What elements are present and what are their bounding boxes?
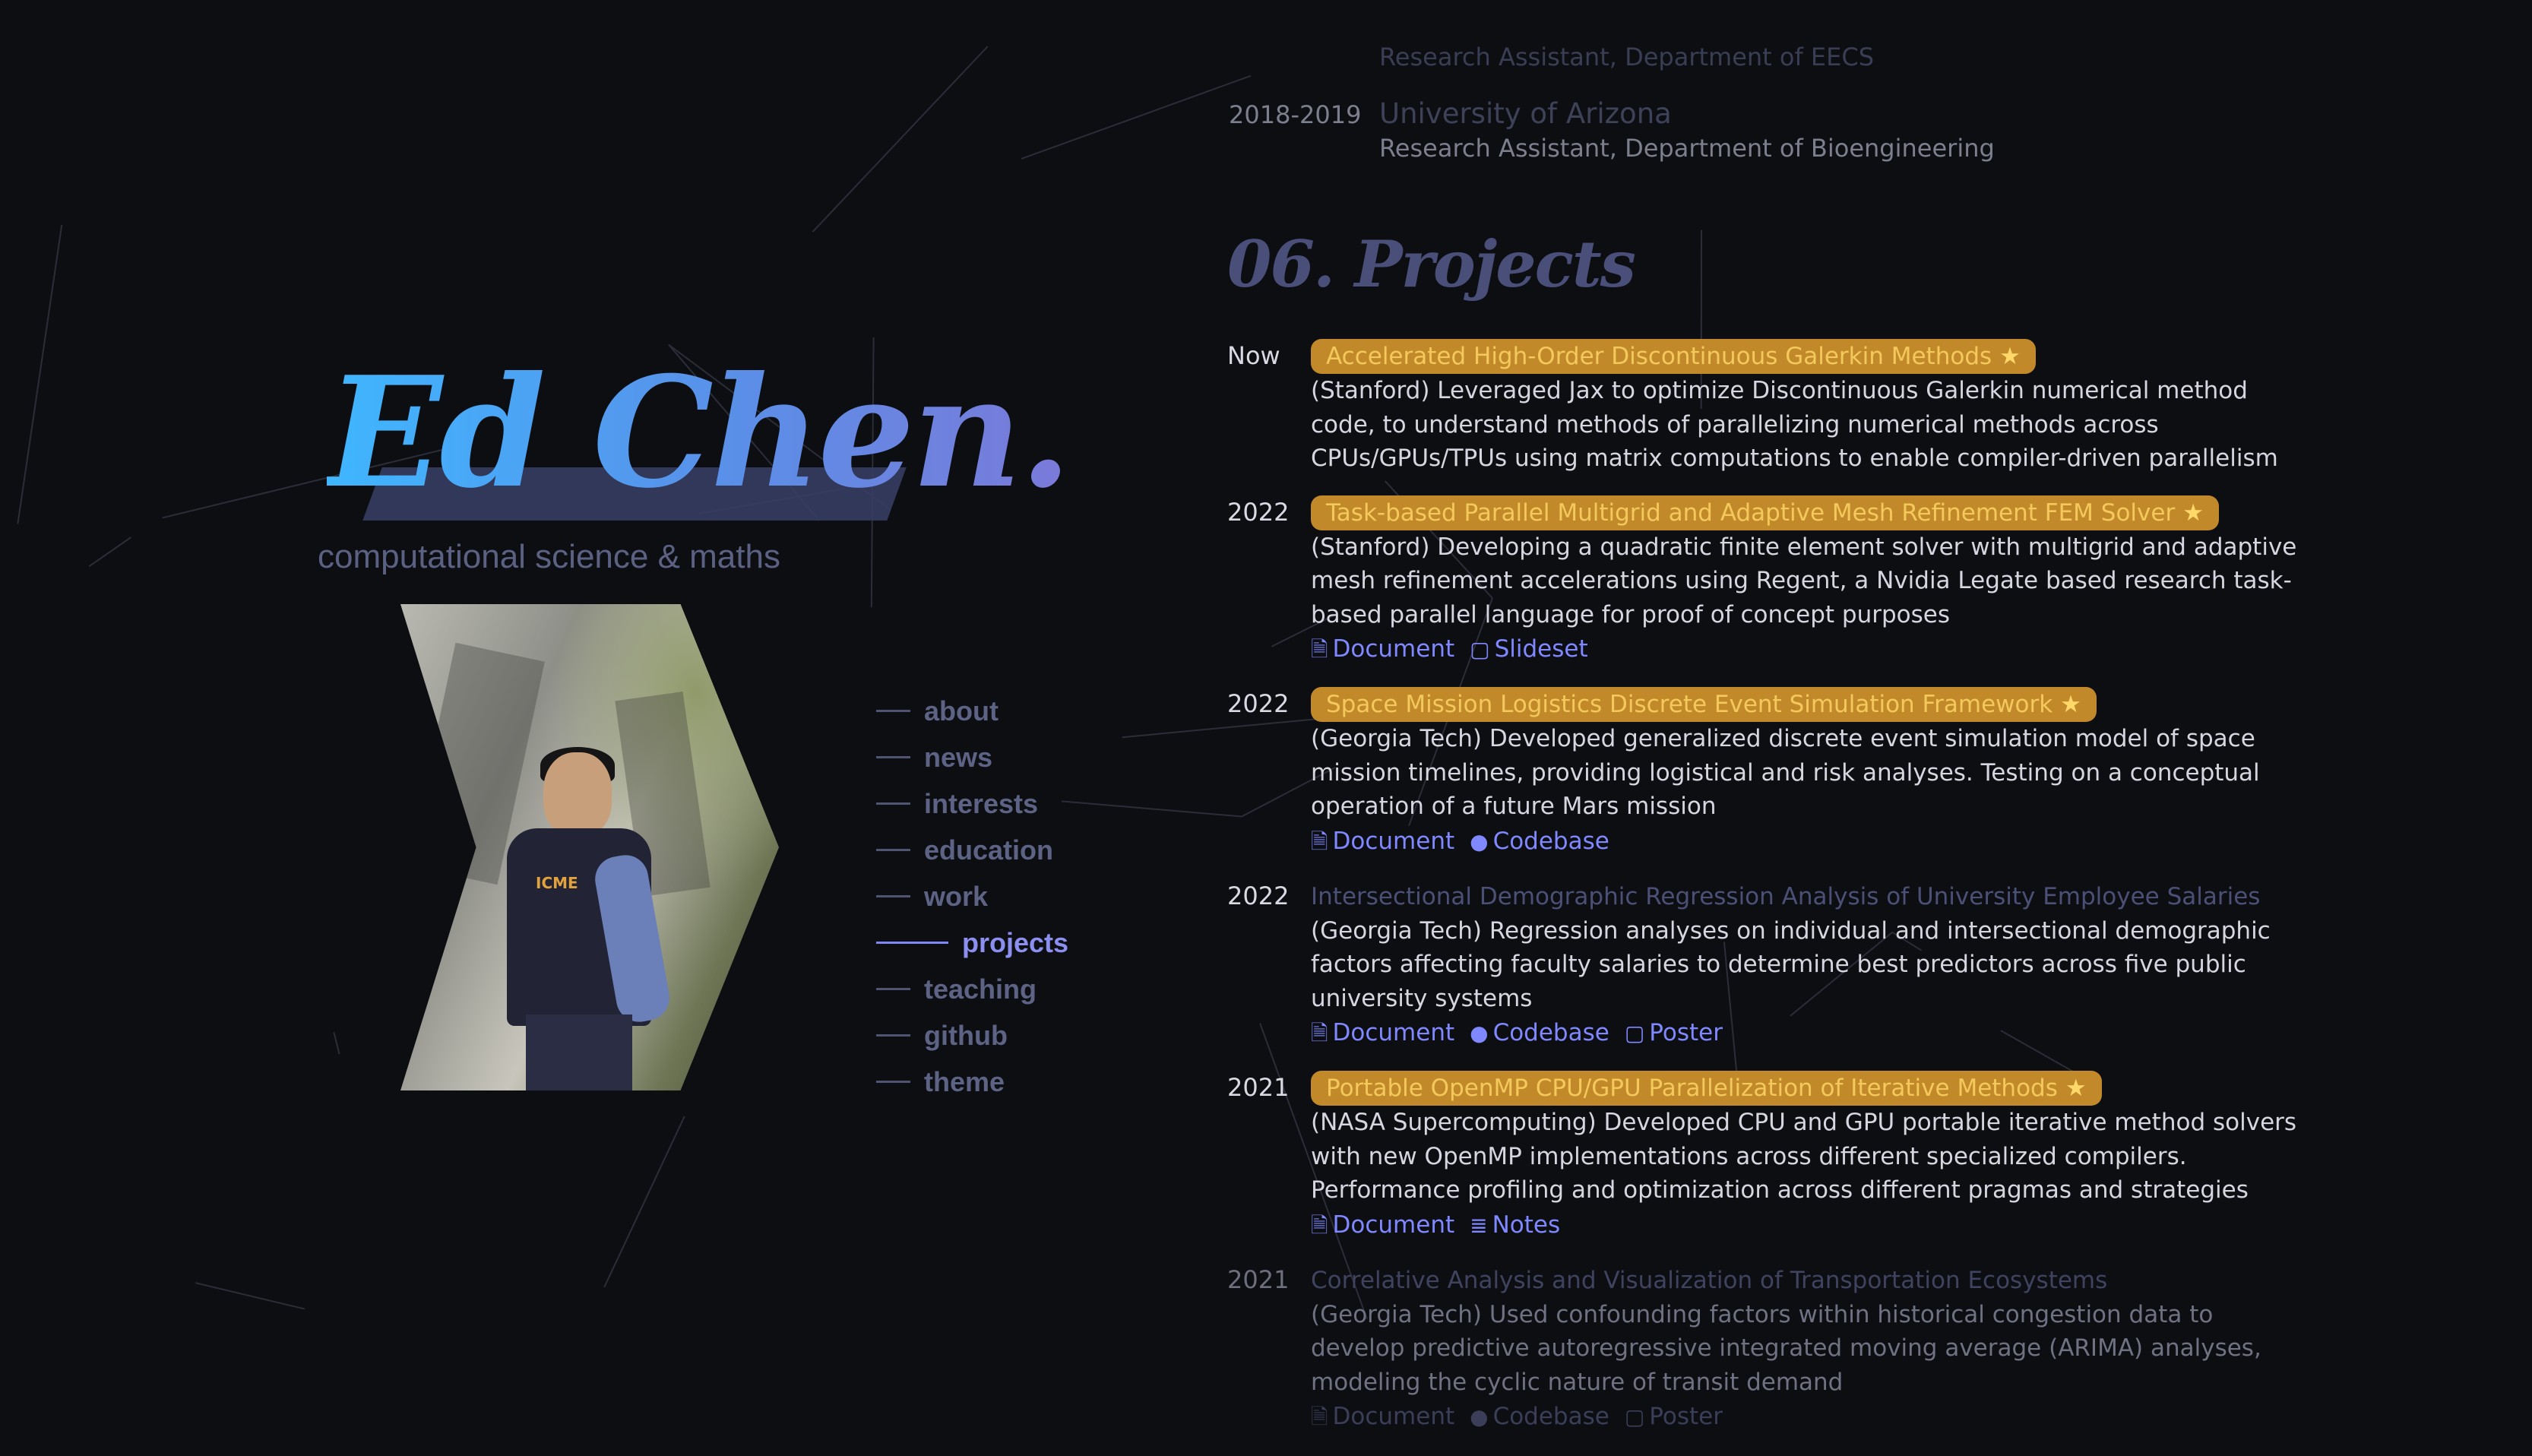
project-title[interactable]: Task-based Parallel Multigrid and Adapti… xyxy=(1311,495,2219,530)
project-year: 2022 xyxy=(1227,497,1290,527)
work-prev-role: Research Assistant, Department of EECS xyxy=(1379,43,1874,71)
project-item: 2021 Correlative Analysis and Visualizati… xyxy=(1227,1263,2458,1435)
project-year: 2022 xyxy=(1227,689,1290,718)
project-link-document[interactable]: 🗎 Document xyxy=(1311,1019,1454,1046)
project-description: (Georgia Tech) Used confounding factors … xyxy=(1311,1300,2261,1396)
nav-item-theme[interactable]: theme xyxy=(876,1059,1068,1105)
nav-line xyxy=(876,1034,910,1037)
document-icon: 🗎 xyxy=(1311,1021,1328,1046)
project-year: 2021 xyxy=(1227,1265,1290,1294)
project-description: (Georgia Tech) Regression analyses on in… xyxy=(1311,916,2271,1012)
project-link-document[interactable]: 🗎 Document xyxy=(1311,1211,1454,1239)
project-link-poster[interactable]: ▢ Poster xyxy=(1625,1019,1723,1046)
nav-item-teaching[interactable]: teaching xyxy=(876,966,1068,1012)
document-icon: 🗎 xyxy=(1311,637,1328,662)
project-title[interactable]: Accelerated High-Order Discontinuous Gal… xyxy=(1311,339,2036,374)
nav-item-projects[interactable]: projects xyxy=(876,919,1068,966)
nav-label: education xyxy=(924,834,1054,866)
github-icon: ● xyxy=(1470,828,1489,854)
work-school: University of Arizona xyxy=(1379,97,1672,130)
project-link-notes[interactable]: ≣ Notes xyxy=(1470,1211,1560,1239)
nav-label: about xyxy=(924,695,999,726)
project-title[interactable]: Intersectional Demographic Regression An… xyxy=(1311,879,2260,914)
nav-label: projects xyxy=(962,926,1069,958)
project-year: Now xyxy=(1227,341,1280,370)
nav-line xyxy=(876,942,948,944)
site-name: Ed Chen. xyxy=(327,343,1072,522)
project-link-label: Poster xyxy=(1649,1019,1723,1046)
nav-line xyxy=(876,710,910,712)
github-icon: ● xyxy=(1470,1404,1489,1429)
project-item: 2022 Space Mission Logistics Discrete Eve… xyxy=(1227,687,2458,859)
nav-item-news[interactable]: news xyxy=(876,734,1068,780)
project-item: 2021 Portable OpenMP CPU/GPU Parallelizat… xyxy=(1227,1071,2458,1243)
poster-icon: ▢ xyxy=(1624,1021,1645,1046)
document-icon: 🗎 xyxy=(1311,1212,1328,1238)
nav-item-work[interactable]: work xyxy=(876,873,1068,919)
project-link-label: Document xyxy=(1332,635,1455,663)
project-link-label: Poster xyxy=(1649,1403,1723,1430)
nav-line xyxy=(876,849,910,851)
project-title[interactable]: Correlative Analysis and Visualization o… xyxy=(1311,1263,2107,1298)
project-title[interactable]: Space Mission Logistics Discrete Event S… xyxy=(1311,687,2097,722)
nav-line xyxy=(876,988,910,990)
project-link-document[interactable]: 🗎 Document xyxy=(1311,1403,1454,1430)
project-title[interactable]: Portable OpenMP CPU/GPU Parallelization … xyxy=(1311,1071,2102,1106)
project-description: (Georgia Tech) Developed generalized dis… xyxy=(1311,725,2260,820)
nav-line xyxy=(876,756,910,758)
project-item: 2022 Task-based Parallel Multigrid and Ad… xyxy=(1227,495,2458,668)
document-icon: 🗎 xyxy=(1311,1404,1328,1429)
project-link-document[interactable]: 🗎 Document xyxy=(1311,635,1454,663)
project-link-document[interactable]: 🗎 Document xyxy=(1311,828,1454,855)
project-link-poster[interactable]: ▢ Poster xyxy=(1625,1403,1723,1430)
project-link-codebase[interactable]: ● Codebase xyxy=(1470,1019,1609,1046)
project-link-label: Codebase xyxy=(1492,1403,1609,1430)
project-description: (Stanford) Developing a quadratic finite… xyxy=(1311,533,2297,628)
nav-item-interests[interactable]: interests xyxy=(876,780,1068,827)
notes-icon: ≣ xyxy=(1470,1212,1488,1238)
site-subtitle: computational science & maths xyxy=(318,538,780,575)
nav-item-github[interactable]: github xyxy=(876,1012,1068,1059)
nav-line xyxy=(876,895,910,897)
work-year: 2018-2019 xyxy=(1229,100,1362,129)
nav-label: theme xyxy=(924,1065,1005,1097)
nav-label: interests xyxy=(924,787,1039,819)
projects-heading: 06. Projects xyxy=(1227,226,1636,302)
slides-icon: ▢ xyxy=(1470,637,1490,662)
project-link-slideset[interactable]: ▢ Slideset xyxy=(1470,635,1588,663)
nav-label: github xyxy=(924,1019,1008,1051)
project-link-codebase[interactable]: ● Codebase xyxy=(1470,828,1609,855)
nav-label: teaching xyxy=(924,973,1037,1005)
project-link-codebase[interactable]: ● Codebase xyxy=(1470,1403,1609,1430)
nav-line xyxy=(876,802,910,805)
github-icon: ● xyxy=(1470,1021,1489,1046)
project-link-label: Codebase xyxy=(1492,1019,1609,1046)
nav-line xyxy=(876,1081,910,1083)
document-icon: 🗎 xyxy=(1311,828,1328,854)
projects-list: Now Accelerated High-Order Discontinuous … xyxy=(1227,339,2458,1454)
project-link-label: Document xyxy=(1332,827,1455,855)
poster-icon: ▢ xyxy=(1624,1404,1645,1429)
work-role: Research Assistant, Department of Bioeng… xyxy=(1379,134,1995,163)
nav-label: work xyxy=(924,880,989,912)
nav-item-education[interactable]: education xyxy=(876,827,1068,873)
project-description: (NASA Supercomputing) Developed CPU and … xyxy=(1311,1109,2297,1204)
project-link-label: Document xyxy=(1332,1403,1455,1430)
project-link-label: Document xyxy=(1332,1019,1455,1046)
project-item: Now Accelerated High-Order Discontinuous … xyxy=(1227,339,2458,476)
project-year: 2021 xyxy=(1227,1073,1290,1102)
project-link-label: Notes xyxy=(1492,1211,1561,1239)
project-link-label: Codebase xyxy=(1492,827,1609,855)
project-link-label: Slideset xyxy=(1494,635,1588,663)
project-description: (Stanford) Leveraged Jax to optimize Dis… xyxy=(1311,377,2278,472)
section-nav: about news interests education work projects t… xyxy=(876,688,1068,1105)
nav-label: news xyxy=(924,741,993,773)
project-item: 2022 Intersectional Demographic Regressio… xyxy=(1227,879,2458,1052)
nav-item-about[interactable]: about xyxy=(876,688,1068,734)
project-year: 2022 xyxy=(1227,881,1290,910)
project-link-label: Document xyxy=(1332,1211,1455,1239)
